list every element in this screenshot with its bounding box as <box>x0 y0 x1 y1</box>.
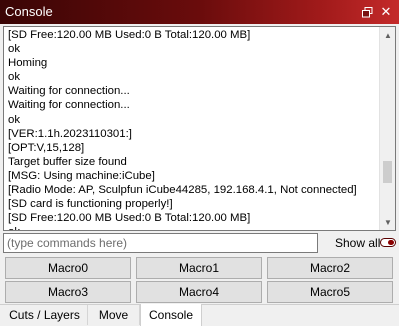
console-line: Homing <box>8 57 48 70</box>
console-line: [MSG: Using machine:iCube] <box>8 169 155 182</box>
console-line: [SD Free:120.00 MB Used:0 B Total:120.00… <box>8 29 251 41</box>
console-line: Waiting for connection... <box>8 85 130 98</box>
restore-window-icon[interactable] <box>360 5 374 19</box>
show-all-label: Show all <box>335 236 381 250</box>
scroll-thumb[interactable] <box>383 160 392 183</box>
console-line: [Radio Mode: AP, Sculpfun iCube44285, 19… <box>8 184 357 197</box>
panel-title: Console <box>5 4 53 19</box>
show-all-toggle[interactable] <box>380 238 396 247</box>
console-line: Target buffer size found <box>8 155 127 168</box>
console-line: [SD Free:120.00 MB Used:0 B Total:120.00… <box>8 212 251 225</box>
scroll-up-arrow-icon[interactable]: ▲ <box>380 27 395 43</box>
toggle-knob <box>388 240 394 245</box>
console-output[interactable]: [SD Free:120.00 MB Used:0 B Total:120.00… <box>3 26 396 231</box>
console-line: [OPT:V,15,128] <box>8 141 85 154</box>
tab-console[interactable]: Console <box>140 304 202 326</box>
console-line: ok <box>8 71 21 84</box>
console-line: ok <box>8 43 21 56</box>
console-line: Waiting for connection... <box>8 99 130 112</box>
macro2-button[interactable]: Macro2 <box>267 257 393 279</box>
tab-cuts-layers[interactable]: Cuts / Layers <box>2 305 88 325</box>
console-line: ok <box>8 225 377 230</box>
command-input[interactable] <box>3 233 318 253</box>
macro0-button[interactable]: Macro0 <box>5 257 131 279</box>
tab-move[interactable]: Move <box>88 305 140 325</box>
console-log: [SD Free:120.00 MB Used:0 B Total:120.00… <box>8 28 377 230</box>
macro5-button[interactable]: Macro5 <box>267 281 393 303</box>
macro1-button[interactable]: Macro1 <box>136 257 262 279</box>
console-scrollbar[interactable]: ▲ ▼ <box>379 27 395 230</box>
macro3-button[interactable]: Macro3 <box>5 281 131 303</box>
macro4-button[interactable]: Macro4 <box>136 281 262 303</box>
close-icon[interactable]: ✕ <box>379 5 393 19</box>
panel-titlebar: Console ✕ <box>0 0 399 24</box>
console-line: [VER:1.1h.2023110301:] <box>8 127 132 140</box>
scroll-down-arrow-icon[interactable]: ▼ <box>380 214 395 230</box>
console-line: ok <box>8 113 21 126</box>
console-line: [SD card is functioning properly!] <box>8 198 173 211</box>
